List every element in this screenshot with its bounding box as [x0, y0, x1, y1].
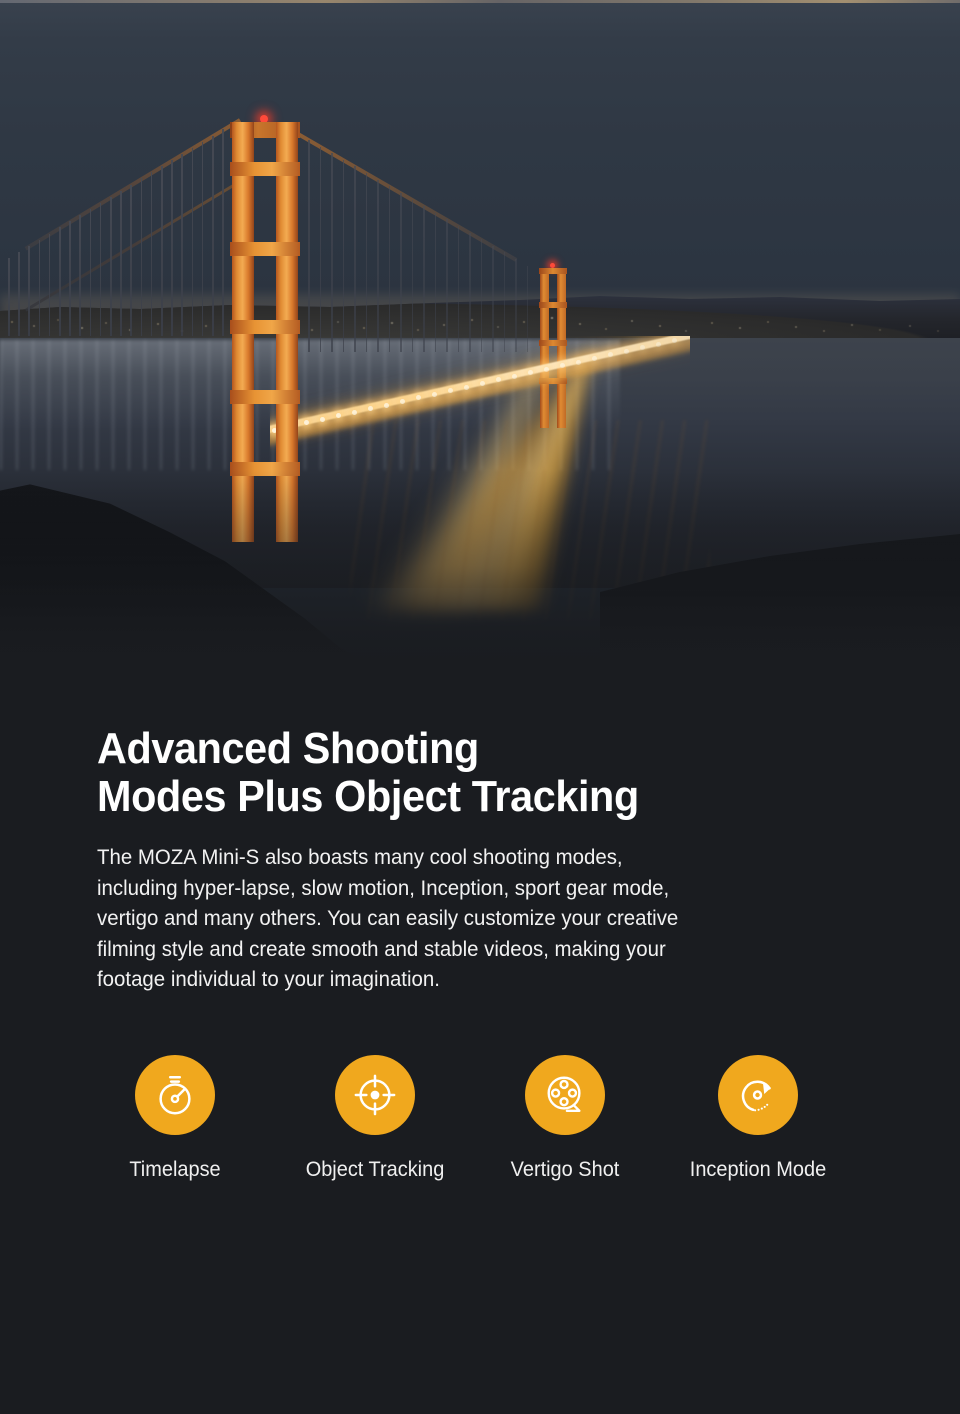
- suspender-cable: [342, 159, 345, 352]
- feature-item[interactable]: Object Tracking: [295, 1055, 455, 1180]
- tower-crossbeam: [539, 302, 567, 308]
- film-reel-icon[interactable]: [525, 1055, 605, 1135]
- suspender-cable: [469, 232, 471, 352]
- roadway-lamp: [512, 373, 517, 379]
- roadway-lamp: [320, 416, 325, 422]
- suspender-cable: [171, 160, 173, 336]
- roadway-lamp: [496, 377, 501, 383]
- suspender-cable: [89, 209, 92, 336]
- roadway-lamp: [304, 420, 309, 426]
- suspender-cable: [308, 140, 310, 352]
- suspender-cable: [18, 251, 20, 336]
- suspender-cable: [377, 179, 379, 352]
- roadway-lamp: [528, 370, 533, 376]
- bridge-roadway: [270, 336, 690, 466]
- suspender-cable: [365, 173, 368, 352]
- roadway-lamp: [368, 406, 373, 412]
- roadway-lamp: [624, 348, 629, 354]
- roadway-lamp: [672, 338, 677, 344]
- feature-list: Timelapse Object Tracking Vertigo Shot I…: [97, 1055, 887, 1225]
- tower-crossbeam: [230, 320, 300, 334]
- suspender-cable: [69, 221, 71, 336]
- body-paragraph: The MOZA Mini-S also boasts many cool sh…: [97, 845, 679, 992]
- roadway-lamp: [640, 345, 645, 351]
- suspender-cable: [120, 190, 122, 336]
- feature-label: Inception Mode: [689, 1158, 827, 1181]
- roadway-lamp: [576, 359, 581, 365]
- suspender-cable: [140, 178, 143, 336]
- roadway-lamp: [384, 402, 389, 408]
- suspender-cable: [331, 153, 333, 352]
- roadway-lamp: [560, 363, 565, 369]
- tower-crossbeam: [230, 242, 300, 256]
- suspender-cable: [457, 225, 460, 352]
- hero-image: [0, 0, 960, 660]
- suspender-cable: [423, 206, 425, 352]
- feature-label: Vertigo Shot: [510, 1158, 620, 1181]
- suspender-cable: [212, 135, 214, 336]
- roadway-lamp: [416, 395, 421, 401]
- roadway-lamp: [656, 341, 661, 347]
- tower-crossbeam: [539, 268, 567, 274]
- suspender-cable: [130, 184, 132, 336]
- suspender-cable: [79, 215, 81, 336]
- suspender-cable: [319, 146, 322, 352]
- suspender-cable: [110, 196, 112, 336]
- suspender-cable: [222, 129, 224, 336]
- suspender-cable: [201, 141, 204, 336]
- roadway-lamp: [448, 388, 453, 394]
- roadway-lamp: [480, 381, 485, 387]
- feature-label: Timelapse: [129, 1158, 221, 1181]
- roadway-lamp: [400, 398, 405, 404]
- roadway-lamps: [270, 336, 690, 466]
- suspender-cable: [48, 233, 51, 336]
- roadway-lamp: [544, 366, 549, 372]
- feature-label: Object Tracking: [305, 1158, 445, 1181]
- suspender-cable: [434, 212, 437, 352]
- suspender-cable: [8, 258, 10, 336]
- suspender-cable: [411, 199, 414, 352]
- rotate-arrow-icon[interactable]: [718, 1055, 798, 1135]
- feature-item[interactable]: Vertigo Shot: [485, 1055, 645, 1180]
- suspender-cable: [354, 166, 356, 352]
- roadway-lamp: [592, 356, 597, 361]
- promo-page: Advanced Shooting Modes Plus Object Trac…: [0, 0, 960, 1414]
- suspender-cable: [400, 192, 402, 352]
- suspender-cable: [446, 219, 448, 352]
- roadway-lamp: [432, 391, 437, 397]
- top-highlight-strip: [0, 0, 960, 3]
- suspender-cable: [181, 153, 183, 336]
- page-title: Advanced Shooting Modes Plus Object Trac…: [97, 724, 639, 822]
- roadway-lamp: [336, 413, 341, 419]
- tower-crossbeam: [230, 390, 300, 404]
- suspender-cable: [150, 172, 153, 336]
- stopwatch-icon[interactable]: [135, 1055, 215, 1135]
- hero-bottom-fade: [0, 470, 960, 660]
- feature-item[interactable]: Inception Mode: [678, 1055, 838, 1180]
- feature-item[interactable]: Timelapse: [95, 1055, 255, 1180]
- suspender-cable: [388, 186, 391, 352]
- suspender-cable: [38, 239, 41, 336]
- roadway-lamp: [352, 409, 357, 415]
- crosshair-target-icon[interactable]: [335, 1055, 415, 1135]
- suspender-cable: [191, 147, 194, 336]
- suspender-cable: [99, 202, 102, 336]
- suspender-cable: [59, 227, 61, 336]
- suspender-cable: [28, 245, 30, 336]
- roadway-lamp: [464, 384, 469, 390]
- tower-crossbeam: [230, 162, 300, 176]
- suspender-cable: [161, 166, 163, 336]
- roadway-lamp: [608, 352, 613, 358]
